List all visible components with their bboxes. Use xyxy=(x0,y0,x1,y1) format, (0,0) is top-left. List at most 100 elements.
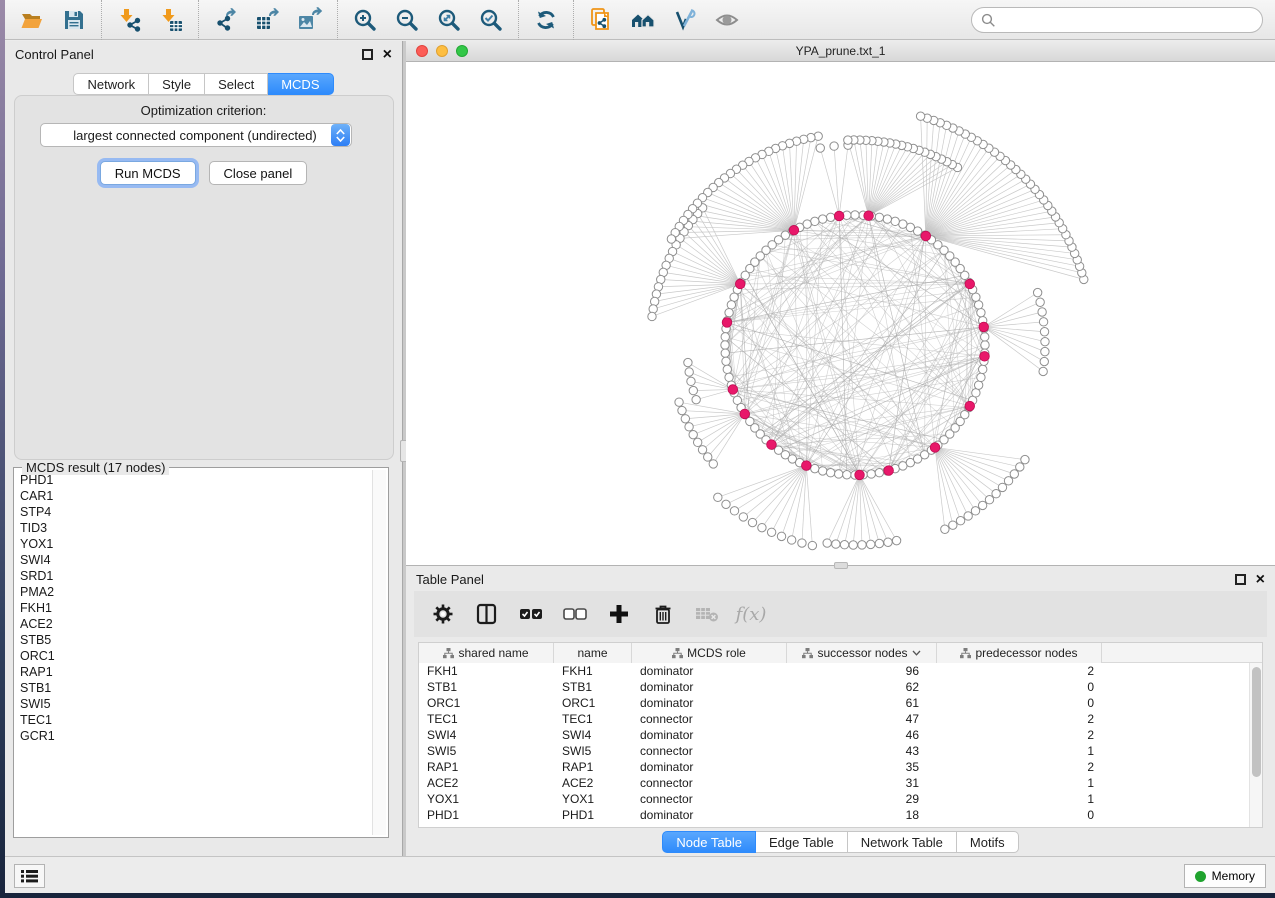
network-node[interactable] xyxy=(892,536,900,544)
mcds-node-item[interactable]: PHD1 xyxy=(20,472,371,488)
network-hub-node[interactable] xyxy=(802,461,812,471)
column-header-predecessor-nodes[interactable]: predecessor nodes xyxy=(937,643,1102,663)
network-hub-node[interactable] xyxy=(965,401,975,411)
network-node[interactable] xyxy=(725,373,733,381)
tab-network[interactable]: Network xyxy=(73,73,149,95)
column-header-name[interactable]: name xyxy=(554,643,632,663)
network-hub-node[interactable] xyxy=(728,385,738,395)
network-node[interactable] xyxy=(972,389,980,397)
open-file-button[interactable] xyxy=(11,3,53,37)
network-node[interactable] xyxy=(798,539,806,547)
network-node[interactable] xyxy=(916,112,924,120)
network-node[interactable] xyxy=(758,523,766,531)
network-node[interactable] xyxy=(748,518,756,526)
column-header-successor-nodes[interactable]: successor nodes xyxy=(787,643,937,663)
network-node[interactable] xyxy=(843,471,851,479)
network-hub-node[interactable] xyxy=(834,211,844,221)
network-node[interactable] xyxy=(1016,463,1024,471)
network-node[interactable] xyxy=(1004,477,1012,485)
network-node[interactable] xyxy=(998,483,1006,491)
maximize-window-icon[interactable] xyxy=(456,45,468,57)
table-row[interactable]: YOX1YOX1connector291 xyxy=(419,791,1262,807)
select-all-button[interactable] xyxy=(516,599,546,629)
network-node[interactable] xyxy=(977,308,985,316)
table-row[interactable]: TEC1TEC1connector472 xyxy=(419,711,1262,727)
mcds-node-item[interactable]: SWI5 xyxy=(20,696,371,712)
tab-node-table[interactable]: Node Table xyxy=(662,831,756,853)
network-node[interactable] xyxy=(941,525,949,533)
column-header-shared-name[interactable]: shared name xyxy=(419,643,554,663)
network-node[interactable] xyxy=(1033,288,1041,296)
network-node[interactable] xyxy=(1039,367,1047,375)
network-node[interactable] xyxy=(721,333,729,341)
network-node[interactable] xyxy=(826,468,834,476)
network-node[interactable] xyxy=(678,406,686,414)
table-row[interactable]: SWI5SWI5connector431 xyxy=(419,743,1262,759)
network-node[interactable] xyxy=(832,540,840,548)
network-hub-node[interactable] xyxy=(864,211,874,221)
table-row[interactable]: ACE2ACE2connector311 xyxy=(419,775,1262,791)
network-node[interactable] xyxy=(730,293,738,301)
network-node[interactable] xyxy=(858,541,866,549)
show-all-networks-button[interactable] xyxy=(622,3,664,37)
import-table-button[interactable] xyxy=(150,3,192,37)
network-node[interactable] xyxy=(974,301,982,309)
network-node[interactable] xyxy=(1036,298,1044,306)
table-scrollbar[interactable] xyxy=(1249,663,1262,827)
network-node[interactable] xyxy=(1010,470,1018,478)
tab-style[interactable]: Style xyxy=(149,73,205,95)
mcds-node-item[interactable]: TEC1 xyxy=(20,712,371,728)
mcds-node-item[interactable]: PMA2 xyxy=(20,584,371,600)
network-node[interactable] xyxy=(723,365,731,373)
network-node[interactable] xyxy=(875,468,883,476)
network-node[interactable] xyxy=(964,512,972,520)
network-hub-node[interactable] xyxy=(722,318,732,328)
network-node[interactable] xyxy=(978,501,986,509)
network-node[interactable] xyxy=(875,539,883,547)
network-titlebar[interactable]: YPA_prune.txt_1 xyxy=(406,41,1275,62)
close-window-icon[interactable] xyxy=(416,45,428,57)
mcds-node-item[interactable]: GCR1 xyxy=(20,728,371,744)
network-hub-node[interactable] xyxy=(855,470,865,480)
tab-motifs[interactable]: Motifs xyxy=(957,831,1019,853)
network-node[interactable] xyxy=(884,538,892,546)
network-node[interactable] xyxy=(978,365,986,373)
network-node[interactable] xyxy=(727,301,735,309)
network-node[interactable] xyxy=(698,446,706,454)
network-node[interactable] xyxy=(767,528,775,536)
mcds-node-item[interactable]: YOX1 xyxy=(20,536,371,552)
network-node[interactable] xyxy=(830,142,838,150)
export-table-button[interactable] xyxy=(247,3,289,37)
network-node[interactable] xyxy=(685,368,693,376)
table-row[interactable]: PHD1PHD1dominator180 xyxy=(419,807,1262,823)
network-node[interactable] xyxy=(811,464,819,472)
network-node[interactable] xyxy=(818,215,826,223)
tab-network-table[interactable]: Network Table xyxy=(848,831,957,853)
network-node[interactable] xyxy=(1041,347,1049,355)
network-hub-node[interactable] xyxy=(980,352,990,362)
network-node[interactable] xyxy=(649,305,657,313)
mcds-node-item[interactable]: STP4 xyxy=(20,504,371,520)
zoom-selected-button[interactable] xyxy=(470,3,512,37)
network-node[interactable] xyxy=(704,453,712,461)
mcds-node-item[interactable]: STB5 xyxy=(20,632,371,648)
show-columns-button[interactable] xyxy=(472,599,502,629)
network-hub-node[interactable] xyxy=(735,279,745,289)
mcds-node-item[interactable]: SWI4 xyxy=(20,552,371,568)
network-from-selection-button[interactable] xyxy=(580,3,622,37)
network-node[interactable] xyxy=(681,415,689,423)
export-network-button[interactable] xyxy=(205,3,247,37)
network-node[interactable] xyxy=(808,541,816,549)
zoom-out-button[interactable] xyxy=(386,3,428,37)
create-column-button[interactable] xyxy=(604,599,634,629)
tab-edge-table[interactable]: Edge Table xyxy=(756,831,848,853)
save-session-button[interactable] xyxy=(53,3,95,37)
network-node[interactable] xyxy=(826,213,834,221)
network-node[interactable] xyxy=(714,493,722,501)
network-node[interactable] xyxy=(725,308,733,316)
network-node[interactable] xyxy=(1040,328,1048,336)
network-hub-node[interactable] xyxy=(789,225,799,235)
network-hub-node[interactable] xyxy=(740,409,750,419)
zoom-fit-button[interactable] xyxy=(428,3,470,37)
network-node[interactable] xyxy=(777,532,785,540)
